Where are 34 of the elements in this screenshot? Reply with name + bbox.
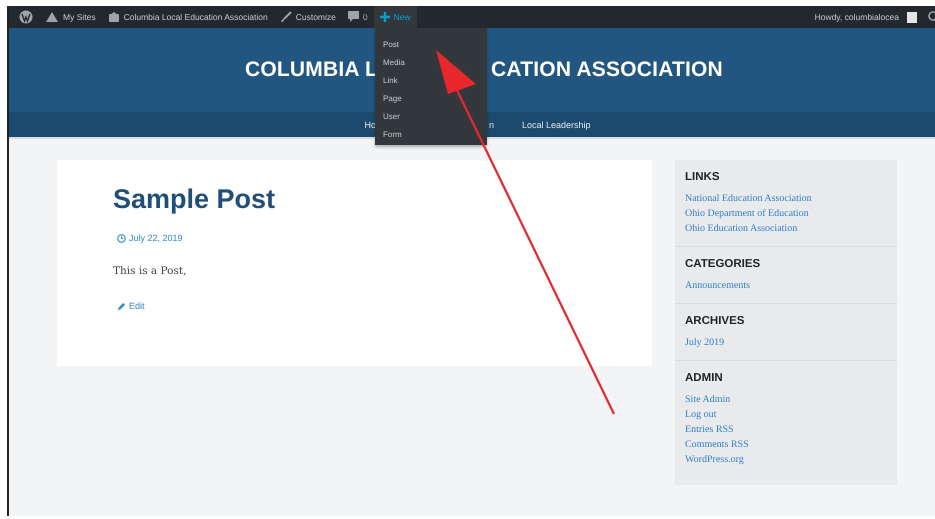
post-body: This is a Post,	[113, 265, 188, 277]
edit-link[interactable]: Edit	[129, 301, 145, 311]
widget-heading: ADMIN	[685, 372, 724, 384]
admin-bar-item[interactable]: Columbia Local Education Association	[102, 6, 274, 28]
menu-item[interactable]: Post	[375, 36, 408, 54]
nav-link[interactable]: Local Leadership	[522, 120, 591, 130]
comment-icon	[348, 11, 359, 23]
admin-bar-item[interactable]: 0	[342, 6, 374, 28]
pencil-icon	[117, 302, 126, 310]
user-menu[interactable]: Howdy, columbialocea	[808, 6, 905, 28]
plus-icon	[380, 12, 390, 22]
widget-heading: ARCHIVES	[685, 315, 746, 327]
menu-item[interactable]: Page	[375, 90, 410, 108]
menu-item[interactable]: Form	[375, 126, 410, 144]
admin-bar-item[interactable]: My Sites	[39, 6, 102, 28]
nav-link[interactable]: n	[489, 120, 494, 130]
sites-icon	[45, 11, 59, 23]
home-icon	[108, 11, 120, 23]
admin-bar-item[interactable]: Customize	[274, 6, 342, 28]
clock-icon	[117, 234, 126, 242]
widget-heading: CATEGORIES	[685, 258, 762, 270]
menu-item[interactable]: Media	[375, 54, 413, 72]
post-date[interactable]: July 22, 2019	[129, 233, 183, 243]
menu-item[interactable]: User	[375, 108, 408, 126]
site-title: CATION ASSOCIATION	[491, 58, 723, 82]
sidebar-link[interactable]: Announcements	[685, 278, 887, 293]
avatar-icon	[907, 12, 917, 22]
sidebar-link[interactable]: Site Admin	[685, 392, 887, 407]
search-icon[interactable]	[927, 11, 935, 23]
post-title[interactable]: Sample Post	[113, 184, 596, 215]
menu-item[interactable]: Link	[375, 72, 406, 90]
admin-bar-item[interactable]: New	[374, 6, 417, 28]
widget-heading: LINKS	[685, 171, 720, 183]
brush-icon	[280, 11, 292, 23]
